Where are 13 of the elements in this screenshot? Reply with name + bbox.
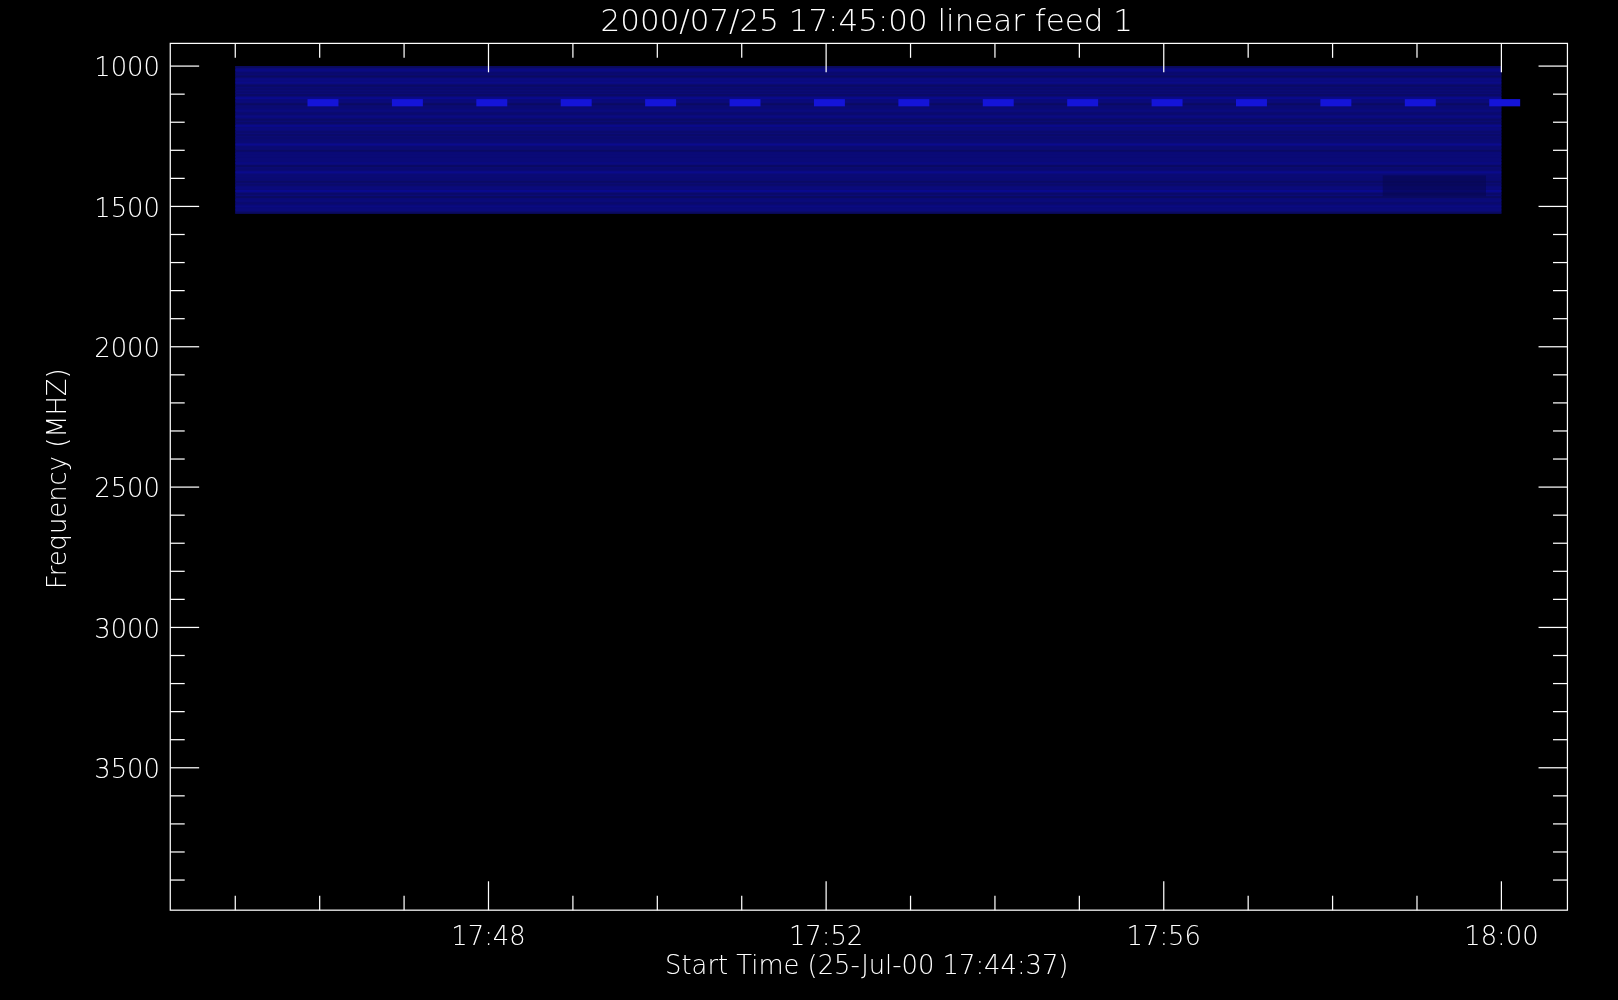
x-tick-label: 18:00 (1464, 921, 1539, 952)
x-tick-label: 17:48 (451, 921, 526, 952)
y-tick-label: 2500 (94, 473, 160, 504)
x-axis-label: Start Time (25-Jul-00 17:44:37) (665, 950, 1069, 981)
y-tick-label: 2000 (94, 333, 160, 364)
y-axis-label: Frequency (MHZ) (42, 368, 73, 590)
y-tick-label: 3000 (94, 613, 160, 644)
y-tick-label: 1500 (94, 192, 160, 223)
x-tick-label: 17:56 (1126, 921, 1201, 952)
plot-title: 2000/07/25 17:45:00 linear feed 1 (600, 2, 1133, 38)
x-tick-label: 17:52 (788, 921, 864, 952)
y-tick-label: 3500 (94, 754, 160, 785)
y-tick-label: 1000 (94, 52, 160, 83)
